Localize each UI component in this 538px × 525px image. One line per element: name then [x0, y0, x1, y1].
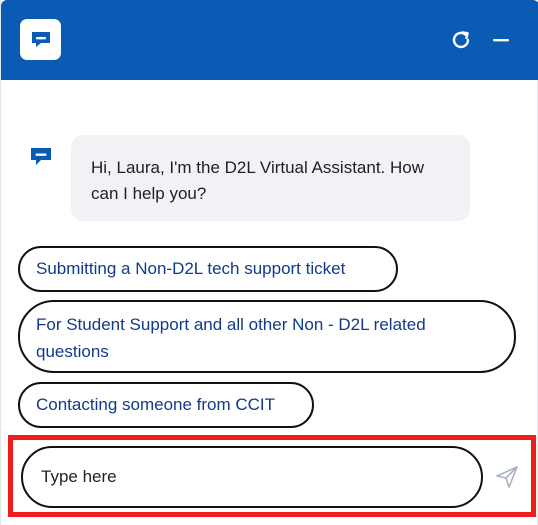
refresh-icon	[452, 31, 470, 49]
chat-header	[1, 0, 538, 80]
minimize-button[interactable]	[487, 26, 515, 54]
chat-widget: Hi, Laura, I'm the D2L Virtual Assistant…	[0, 0, 538, 525]
chat-bubble-icon	[31, 148, 51, 165]
chat-logo	[20, 19, 61, 60]
refresh-button[interactable]	[447, 26, 475, 54]
send-button[interactable]	[493, 463, 521, 491]
minimize-icon	[493, 39, 509, 42]
quick-reply-label: Submitting a Non-D2L tech support ticket	[36, 259, 346, 278]
message-input[interactable]	[21, 446, 483, 508]
quick-reply-contact-ccit[interactable]: Contacting someone from CCIT	[18, 382, 314, 428]
quick-reply-tech-support-ticket[interactable]: Submitting a Non-D2L tech support ticket	[18, 246, 398, 292]
bot-message: Hi, Laura, I'm the D2L Virtual Assistant…	[71, 135, 470, 221]
bot-message-text: Hi, Laura, I'm the D2L Virtual Assistant…	[91, 158, 425, 203]
send-icon	[496, 466, 518, 488]
quick-reply-label: Contacting someone from CCIT	[36, 395, 276, 414]
chat-bubble-icon	[31, 31, 50, 47]
quick-reply-student-support[interactable]: For Student Support and all other Non - …	[18, 300, 516, 373]
quick-reply-label: For Student Support and all other Non - …	[36, 315, 426, 361]
